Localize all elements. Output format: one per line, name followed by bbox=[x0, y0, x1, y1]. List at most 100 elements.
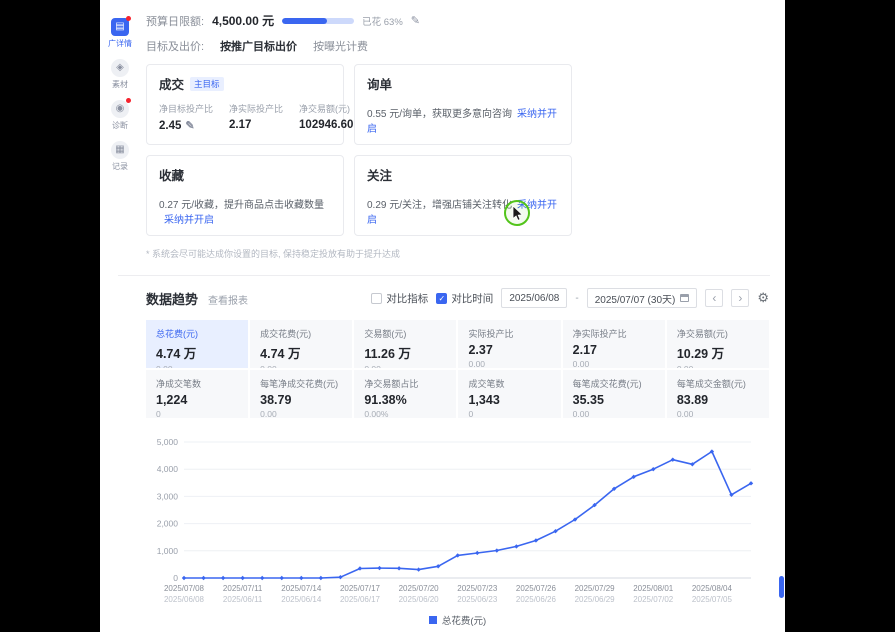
svg-text:1,000: 1,000 bbox=[157, 546, 179, 556]
svg-text:2025/07/11: 2025/07/11 bbox=[223, 584, 263, 593]
metric-label: 净目标投产比 bbox=[159, 102, 213, 115]
date-end-value: 2025/07/07 (30天) bbox=[595, 291, 676, 306]
metric-card-total-cost[interactable]: 总花费(元) 4.74 万 0.00 bbox=[146, 320, 248, 368]
metric-cards-grid: 总花费(元) 4.74 万 0.00 成交花费(元) 4.74 万 0.00 交… bbox=[146, 320, 769, 418]
diagnosis-icon: ◉ bbox=[111, 100, 129, 118]
date-start-input[interactable]: 2025/06/08 bbox=[501, 288, 567, 308]
svg-text:5,000: 5,000 bbox=[157, 437, 179, 447]
legend-color-swatch bbox=[429, 616, 437, 624]
svg-text:2025/06/26: 2025/06/26 bbox=[516, 595, 557, 604]
budget-spent-label: 已花 63% bbox=[362, 14, 403, 28]
metric-card-deal-count[interactable]: 成交笔数 1,343 0 bbox=[458, 370, 560, 418]
card-title: 收藏 bbox=[159, 165, 184, 184]
svg-text:2025/06/08: 2025/06/08 bbox=[164, 595, 205, 604]
metric-value: 102946.60 bbox=[299, 119, 353, 131]
legend-label: 总花费(元) bbox=[442, 613, 486, 627]
compare-metric-checkbox[interactable]: 对比指标 bbox=[371, 291, 428, 306]
sidebar-item-label: 素材 bbox=[112, 79, 128, 90]
ad-detail-panel: ▤ 广详情 ◈ 素材 ◉ 诊断 ▦ 记录 预算日限额: 4,500.00 元 已… bbox=[100, 0, 785, 632]
svg-text:3,000: 3,000 bbox=[157, 491, 179, 501]
metric-card-transaction-amount[interactable]: 交易额(元) 11.26 万 0.00 bbox=[354, 320, 456, 368]
metric-card-actual-roi[interactable]: 实际投产比 2.37 0.00 bbox=[458, 320, 560, 368]
checkbox-label: 对比指标 bbox=[386, 291, 428, 306]
svg-text:2025/06/20: 2025/06/20 bbox=[399, 595, 440, 604]
metric-card-cost-per-deal[interactable]: 每笔成交花费(元) 35.35 0.00 bbox=[563, 370, 665, 418]
metric-label: 净实际投产比 bbox=[229, 102, 283, 115]
card-title: 成交 bbox=[159, 74, 184, 93]
red-dot-badge bbox=[126, 98, 131, 103]
tab-bid-by-impression[interactable]: 按曝光计费 bbox=[313, 38, 368, 54]
budget-edit-icon[interactable]: ✎ bbox=[411, 14, 420, 27]
svg-text:2025/07/26: 2025/07/26 bbox=[516, 584, 557, 593]
svg-text:2025/07/08: 2025/07/08 bbox=[164, 584, 205, 593]
svg-text:2025/08/04: 2025/08/04 bbox=[692, 584, 733, 593]
metric-card-cost-per-net-deal[interactable]: 每笔净成交花费(元) 38.79 0.00 bbox=[250, 370, 352, 418]
sidebar-item-creative[interactable]: ◈ 素材 bbox=[104, 59, 136, 90]
svg-text:2025/06/17: 2025/06/17 bbox=[340, 595, 381, 604]
calendar-icon bbox=[680, 294, 689, 302]
adopt-enable-link[interactable]: 采纳并开启 bbox=[164, 215, 214, 226]
svg-text:2,000: 2,000 bbox=[157, 519, 179, 529]
sidebar-item-records[interactable]: ▦ 记录 bbox=[104, 141, 136, 172]
click-indicator bbox=[504, 200, 530, 226]
detail-icon: ▤ bbox=[111, 18, 129, 36]
card-title: 关注 bbox=[367, 165, 392, 184]
trend-title: 数据趋势 bbox=[146, 289, 198, 308]
svg-text:2025/07/20: 2025/07/20 bbox=[399, 584, 440, 593]
sidebar-item-diagnosis[interactable]: ◉ 诊断 bbox=[104, 100, 136, 131]
target-roi-edit-icon[interactable]: ✎ bbox=[185, 119, 194, 132]
svg-text:2025/06/11: 2025/06/11 bbox=[223, 595, 263, 604]
budget-progress-fill bbox=[282, 18, 327, 24]
svg-text:2025/07/05: 2025/07/05 bbox=[692, 595, 733, 604]
svg-text:2025/07/17: 2025/07/17 bbox=[340, 584, 381, 593]
budget-value: 4,500.00 元 bbox=[212, 12, 274, 29]
svg-text:2025/07/02: 2025/07/02 bbox=[633, 595, 674, 604]
sidebar-item-label: 广详情 bbox=[108, 38, 132, 49]
next-range-button[interactable]: › bbox=[731, 289, 749, 307]
metric-card-net-transaction-amount[interactable]: 净交易额(元) 10.29 万 0.00 bbox=[667, 320, 769, 368]
metric-card-amount-per-deal[interactable]: 每笔成交金额(元) 83.89 0.00 bbox=[667, 370, 769, 418]
scrollbar-thumb[interactable] bbox=[779, 576, 784, 598]
card-title: 询单 bbox=[367, 74, 392, 93]
goal-card-favorite: 收藏 0.27 元/收藏，提升商品点击收藏数量采纳并开启 bbox=[146, 155, 344, 236]
goal-card-follow: 关注 0.29 元/关注，增强店铺关注转化采纳并开启 bbox=[354, 155, 572, 236]
sidebar-item-detail[interactable]: ▤ 广详情 bbox=[104, 18, 136, 49]
trend-chart: 01,0002,0003,0004,0005,0002025/07/082025… bbox=[146, 434, 769, 627]
metric-card-deal-cost[interactable]: 成交花费(元) 4.74 万 0.00 bbox=[250, 320, 352, 368]
compare-time-checkbox[interactable]: ✓ 对比时间 bbox=[436, 291, 493, 306]
date-end-input[interactable]: 2025/07/07 (30天) bbox=[587, 288, 698, 308]
card-desc: 0.27 元/收藏，提升商品点击收藏数量 bbox=[159, 200, 324, 211]
chart-legend[interactable]: 总花费(元) bbox=[146, 613, 769, 627]
svg-text:2025/07/29: 2025/07/29 bbox=[575, 584, 616, 593]
metric-card-net-deal-count[interactable]: 净成交笔数 1,224 0 bbox=[146, 370, 248, 418]
metric-card-net-actual-roi[interactable]: 净实际投产比 2.17 0.00 bbox=[563, 320, 665, 368]
checkbox-checked[interactable]: ✓ bbox=[436, 293, 447, 304]
metric-card-net-transaction-ratio[interactable]: 净交易额占比 91.38% 0.00% bbox=[354, 370, 456, 418]
goal-note: * 系统会尽可能达成你设置的目标, 保持稳定投放有助于提升达成 bbox=[146, 247, 769, 260]
svg-text:2025/06/23: 2025/06/23 bbox=[457, 595, 498, 604]
svg-text:2025/08/01: 2025/08/01 bbox=[633, 584, 674, 593]
budget-progress-bar bbox=[282, 18, 354, 24]
svg-text:2025/06/14: 2025/06/14 bbox=[281, 595, 322, 604]
floating-sidebar: ▤ 广详情 ◈ 素材 ◉ 诊断 ▦ 记录 bbox=[104, 18, 136, 172]
metric-value: 2.17 bbox=[229, 119, 251, 131]
date-start-value: 2025/06/08 bbox=[509, 293, 559, 304]
mouse-cursor-icon bbox=[512, 206, 523, 221]
daily-budget-row: 预算日限额: 4,500.00 元 已花 63% ✎ bbox=[146, 12, 769, 29]
settings-gear-icon[interactable]: ⚙ bbox=[757, 290, 769, 306]
prev-range-button[interactable]: ‹ bbox=[705, 289, 723, 307]
checkbox-unchecked[interactable] bbox=[371, 293, 382, 304]
goal-cards-grid: 成交 主目标 净目标投产比 2.45✎ 净实际投产比 2.17 bbox=[146, 64, 769, 236]
goal-bid-row: 目标及出价: 按推广目标出价 按曝光计费 bbox=[146, 38, 769, 54]
tab-bid-by-goal[interactable]: 按推广目标出价 bbox=[220, 38, 297, 54]
creative-icon: ◈ bbox=[111, 59, 129, 77]
svg-text:2025/07/23: 2025/07/23 bbox=[457, 584, 498, 593]
records-icon: ▦ bbox=[111, 141, 129, 159]
view-report-link[interactable]: 查看报表 bbox=[208, 292, 248, 307]
budget-label: 预算日限额: bbox=[146, 13, 204, 29]
data-trend-section: 数据趋势 查看报表 对比指标 ✓ 对比时间 2025/06/08 - 2025/… bbox=[100, 276, 785, 632]
metric-value: 2.45 bbox=[159, 120, 181, 132]
svg-text:2025/06/29: 2025/06/29 bbox=[575, 595, 616, 604]
goal-card-inquiry: 询单 0.55 元/询单，获取更多意向咨询采纳并开启 bbox=[354, 64, 572, 145]
red-dot-badge bbox=[126, 16, 131, 21]
